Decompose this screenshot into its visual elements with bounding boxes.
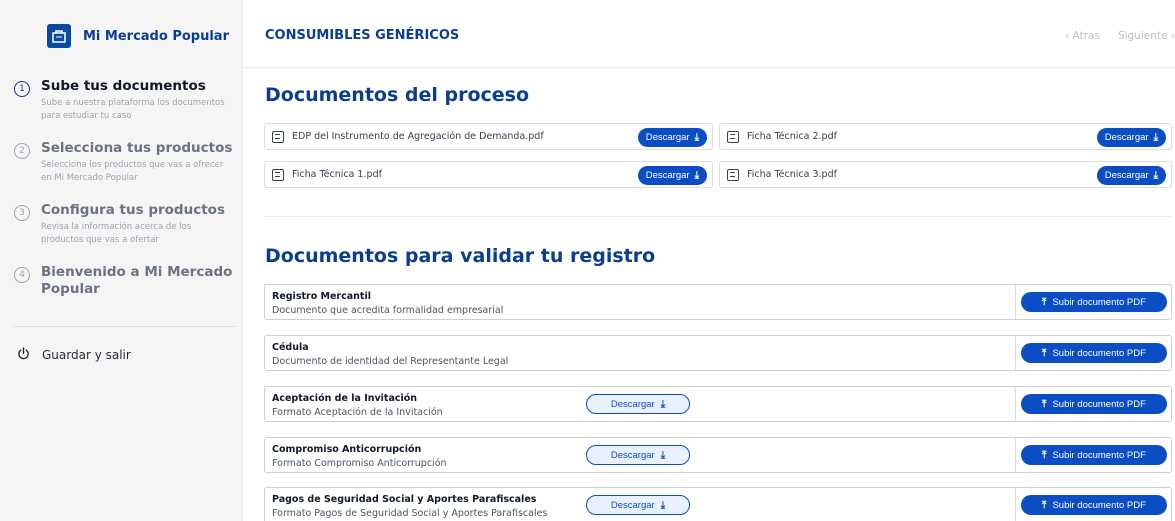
upload-icon: ⤒ [1042, 449, 1047, 461]
row-description: Formato Aceptación de la Invitación [272, 407, 443, 418]
download-icon: ⤓ [660, 449, 666, 461]
doc-name: EDP del Instrumento de Agregación de Dem… [292, 131, 544, 142]
step-number: 1 [14, 81, 30, 97]
upload-pdf-button[interactable]: ⤒ Subir documento PDF [1021, 292, 1167, 312]
document-icon [272, 130, 284, 143]
registration-row: Aceptación de la Invitación Formato Acep… [264, 386, 1172, 422]
save-exit-button[interactable]: Guardar y salir [17, 345, 131, 364]
row-title: Compromiso Anticorrupción [272, 444, 422, 455]
doc-name: Ficha Técnica 3.pdf [747, 169, 837, 180]
step-number: 3 [14, 205, 30, 221]
upload-icon: ⤒ [1042, 296, 1047, 308]
download-icon: ⤓ [660, 499, 666, 511]
row-separator [1015, 285, 1016, 319]
section-divider [265, 216, 1172, 217]
download-icon: ⤓ [694, 170, 699, 181]
back-link[interactable]: ‹ Atras [1065, 30, 1100, 42]
step-welcome[interactable]: 4 Bienvenido a Mi Mercado Popular [14, 264, 236, 298]
row-separator [1015, 488, 1016, 521]
doc-name: Ficha Técnica 1.pdf [292, 169, 382, 180]
step-number: 2 [14, 143, 30, 159]
step-description: Sube a nuestra plataforma los documentos… [41, 98, 225, 121]
process-doc-card: Ficha Técnica 3.pdf Descargar ⤓ [719, 161, 1172, 188]
row-description: Formato Compromiso Anticorrupción [272, 458, 447, 469]
save-exit-label: Guardar y salir [42, 347, 131, 362]
brand[interactable]: Mi Mercado Popular [47, 24, 229, 48]
step-description: Selecciona los productos que vas a ofrec… [41, 160, 224, 183]
step-description: Revisa la información acerca de los prod… [41, 222, 192, 245]
doc-name: Ficha Técnica 2.pdf [747, 131, 837, 142]
header: CONSUMIBLES GENÉRICOS ‹ Atras Siguiente … [244, 0, 1175, 68]
basket-logo-icon [47, 24, 71, 48]
download-icon: ⤓ [694, 132, 699, 143]
step-title: Configura tus productos [41, 202, 225, 218]
download-template-button[interactable]: Descargar ⤓ [586, 394, 690, 414]
process-documents-title: Documentos del proceso [265, 84, 530, 106]
registration-row: Registro Mercantil Documento que acredit… [264, 284, 1172, 320]
brand-name: Mi Mercado Popular [83, 28, 229, 44]
download-button[interactable]: Descargar ⤓ [1096, 128, 1166, 147]
document-icon [272, 168, 284, 181]
step-number: 4 [14, 267, 30, 283]
upload-icon: ⤒ [1042, 499, 1047, 511]
upload-pdf-button[interactable]: ⤒ Subir documento PDF [1021, 445, 1167, 465]
step-upload-documents[interactable]: 1 Sube tus documentos Sube a nuestra pla… [14, 78, 236, 123]
row-title: Aceptación de la Invitación [272, 393, 418, 404]
steps-list: 1 Sube tus documentos Sube a nuestra pla… [14, 78, 236, 315]
registration-row: Compromiso Anticorrupción Formato Compro… [264, 437, 1172, 473]
page-title: CONSUMIBLES GENÉRICOS [265, 28, 460, 43]
upload-pdf-button[interactable]: ⤒ Subir documento PDF [1021, 394, 1167, 414]
row-title: Pagos de Seguridad Social y Aportes Para… [272, 494, 537, 505]
registration-row: Pagos de Seguridad Social y Aportes Para… [264, 487, 1172, 521]
download-button[interactable]: Descargar ⤓ [637, 128, 707, 147]
registration-row: Cédula Documento de identidad del Repres… [264, 335, 1172, 371]
download-icon: ⤓ [1153, 170, 1158, 181]
step-title: Selecciona tus productos [41, 140, 233, 156]
download-template-button[interactable]: Descargar ⤓ [586, 495, 690, 515]
step-configure-products[interactable]: 3 Configura tus productos Revisa la info… [14, 202, 236, 247]
process-doc-card: Ficha Técnica 1.pdf Descargar ⤓ [264, 161, 713, 188]
row-separator [1015, 336, 1016, 370]
step-title: Bienvenido a Mi Mercado Popular [41, 264, 233, 297]
next-link[interactable]: Siguiente › [1118, 30, 1175, 42]
row-title: Registro Mercantil [272, 291, 371, 302]
step-title: Sube tus documentos [41, 78, 206, 94]
download-button[interactable]: Descargar ⤓ [1096, 166, 1166, 185]
document-icon [727, 130, 739, 143]
download-icon: ⤓ [1153, 132, 1158, 143]
download-button[interactable]: Descargar ⤓ [637, 166, 707, 185]
download-template-button[interactable]: Descargar ⤓ [586, 445, 690, 465]
upload-pdf-button[interactable]: ⤒ Subir documento PDF [1021, 343, 1167, 363]
sidebar: Mi Mercado Popular 1 Sube tus documentos… [0, 0, 243, 521]
row-title: Cédula [272, 342, 309, 353]
document-icon [727, 168, 739, 181]
upload-pdf-button[interactable]: ⤒ Subir documento PDF [1021, 495, 1167, 515]
power-icon [17, 345, 30, 364]
row-separator [1015, 438, 1016, 472]
row-separator [1015, 387, 1016, 421]
row-description: Documento de identidad del Representante… [272, 356, 509, 367]
registration-documents-title: Documentos para validar tu registro [265, 245, 656, 267]
sidebar-divider [14, 326, 236, 327]
row-description: Documento que acredita formalidad empres… [272, 305, 504, 316]
download-icon: ⤓ [660, 398, 666, 410]
upload-icon: ⤒ [1042, 398, 1047, 410]
row-description: Formato Pagos de Seguridad Social y Apor… [272, 508, 548, 519]
process-doc-card: EDP del Instrumento de Agregación de Dem… [264, 123, 713, 150]
nav-links: ‹ Atras Siguiente › [1065, 30, 1175, 42]
upload-icon: ⤒ [1042, 347, 1047, 359]
process-doc-card: Ficha Técnica 2.pdf Descargar ⤓ [719, 123, 1172, 150]
step-select-products[interactable]: 2 Selecciona tus productos Selecciona lo… [14, 140, 236, 185]
